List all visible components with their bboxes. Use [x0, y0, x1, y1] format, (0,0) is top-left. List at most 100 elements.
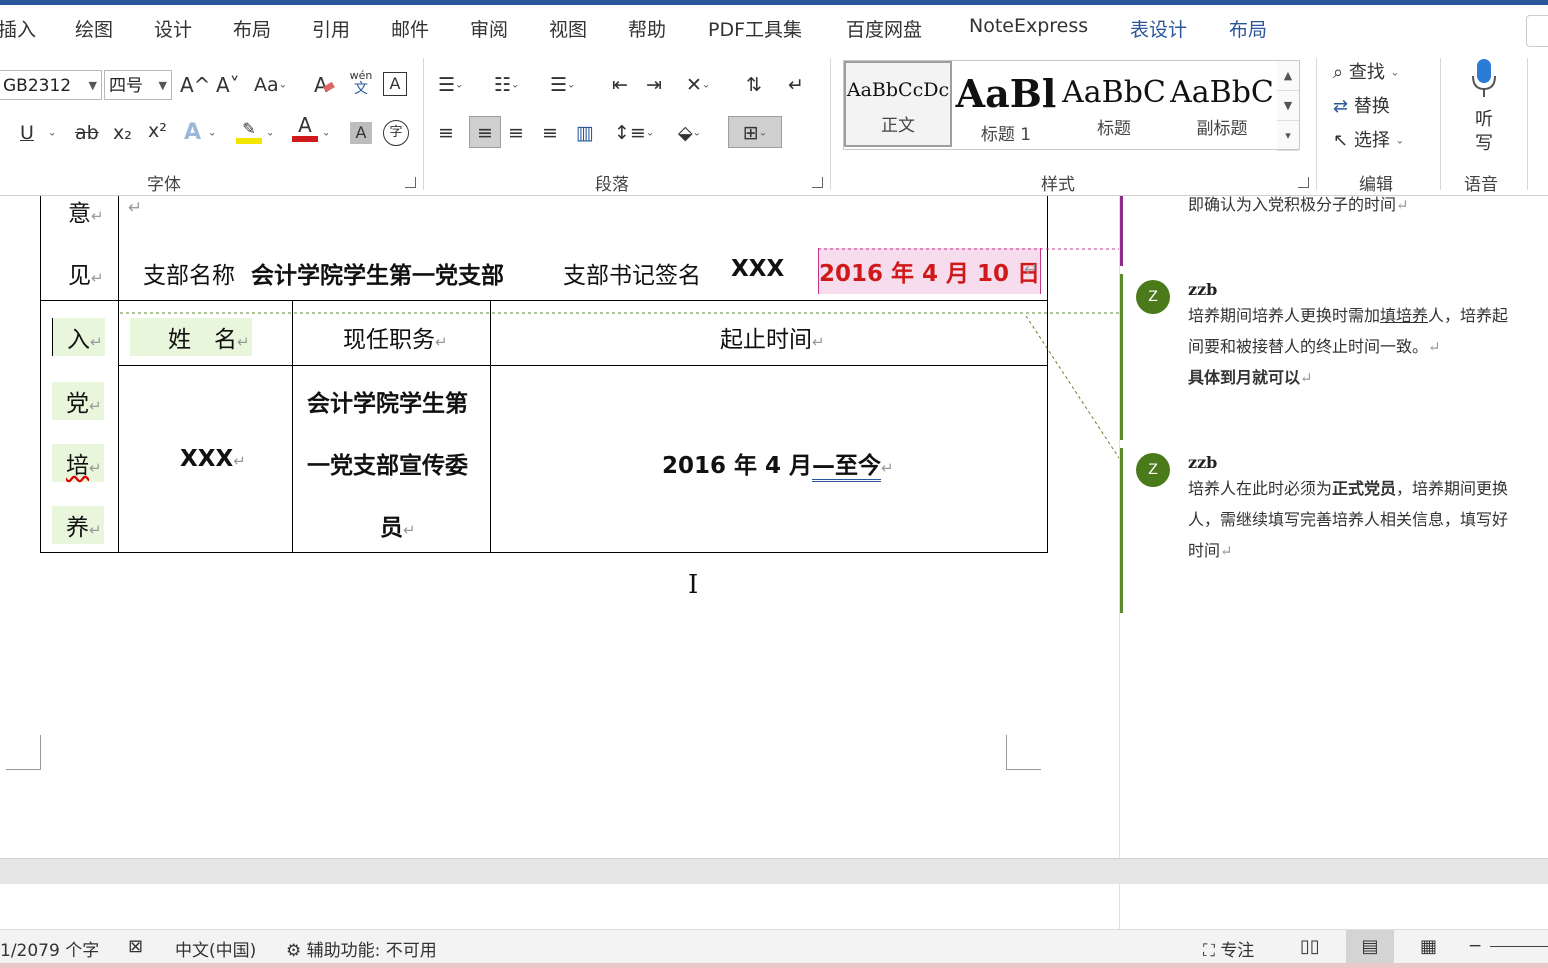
highlight-button[interactable]: ✎ — [236, 116, 262, 144]
comment-text: 具体到月就可以 — [1188, 368, 1301, 387]
align-left-icon[interactable]: ≡ — [438, 120, 454, 146]
bullets-icon[interactable]: ☰⌄ — [438, 72, 463, 99]
character-border-button[interactable]: A — [383, 72, 407, 96]
tab-table-design[interactable]: 表设计 — [1130, 15, 1187, 42]
select-label: 选择 — [1353, 130, 1390, 151]
increase-indent-icon[interactable]: ⇥ — [646, 72, 662, 98]
language-status[interactable]: 中文(中国) — [175, 936, 256, 961]
styles-dialog-launcher[interactable] — [1298, 177, 1309, 188]
chevron-up-icon[interactable]: ▲ — [1277, 61, 1299, 91]
search-icon: ⌕ — [1333, 62, 1344, 83]
dictate-button[interactable]: 听写 — [1472, 108, 1496, 156]
accessibility-icon: ⚙ — [286, 941, 302, 961]
superscript-button[interactable]: x² — [148, 118, 167, 144]
font-name-combo[interactable]: GB2312 ▼ — [0, 70, 102, 100]
underline-button[interactable]: U — [20, 120, 34, 146]
phonetic-guide-button[interactable]: wén 文 — [348, 70, 374, 97]
chevron-down-icon[interactable]: ⌄ — [266, 120, 274, 147]
zoom-out-icon[interactable]: − — [1468, 936, 1482, 956]
justify-icon[interactable]: ≡ — [542, 120, 558, 146]
enclose-characters-button[interactable]: 字 — [383, 120, 409, 146]
header-position: 现任职务↵ — [343, 320, 448, 354]
vertical-char: 养↵ — [52, 506, 104, 544]
more-styles-icon[interactable]: ▾ — [1277, 121, 1299, 151]
font-dialog-launcher[interactable] — [405, 177, 416, 188]
chevron-down-icon[interactable]: ⌄ — [208, 120, 216, 147]
text-effects-button[interactable]: A — [184, 120, 201, 146]
tab-insert[interactable]: 插入 — [0, 15, 36, 42]
style-subtitle[interactable]: AaBbC 副标题 — [1168, 61, 1276, 147]
grow-font-button[interactable]: A^ — [180, 72, 210, 98]
comment-text-bold: 正式党员 — [1332, 479, 1397, 498]
multilevel-list-icon[interactable]: ☰⌄ — [550, 72, 575, 99]
member-name-label: XXX — [180, 446, 234, 472]
tab-design[interactable]: 设计 — [154, 15, 192, 42]
cursor-icon: ↖ — [1333, 130, 1349, 151]
change-case-button[interactable]: Aa⌄ — [254, 72, 287, 99]
web-layout-icon[interactable]: ▦ — [1420, 936, 1437, 957]
shrink-font-button[interactable]: A˅ — [216, 72, 240, 98]
strikethrough-button[interactable]: ab — [75, 120, 99, 146]
document-canvas[interactable]: 意↵ ↵ 见↵ 支部名称 会计学院学生第一党支部 支部书记签名 XXX 2016… — [0, 196, 1119, 858]
sort-icon[interactable]: ⇅ — [746, 72, 762, 98]
styles-group-label: 样式 — [1041, 175, 1075, 195]
tab-view[interactable]: 视图 — [549, 15, 587, 42]
zoom-slider[interactable] — [1490, 946, 1548, 947]
tab-review[interactable]: 审阅 — [470, 15, 508, 42]
align-center-icon[interactable]: ≡ — [469, 116, 501, 148]
replace-label: 替换 — [1353, 96, 1390, 117]
tab-mailings[interactable]: 邮件 — [391, 15, 429, 42]
tab-pdf-tools[interactable]: PDF工具集 — [708, 15, 802, 42]
focus-icon: ⛶ — [1203, 941, 1215, 961]
chevron-down-icon[interactable]: ⌄ — [322, 120, 330, 147]
select-button[interactable]: ↖ 选择 ⌄ — [1333, 126, 1404, 152]
replace-button[interactable]: ⇄ 替换 — [1333, 92, 1390, 118]
focus-mode-button[interactable]: ⛶ 专注 — [1203, 936, 1254, 961]
asian-layout-icon[interactable]: ✕⌄ — [686, 72, 710, 99]
chevron-down-icon: ▼ — [158, 79, 167, 92]
microphone-icon[interactable] — [1470, 58, 1498, 98]
group-separator — [1440, 58, 1441, 190]
tab-help[interactable]: 帮助 — [628, 15, 666, 42]
character-shading-button[interactable]: A — [350, 122, 372, 144]
chevron-down-icon: ⌄ — [1395, 135, 1404, 147]
style-title[interactable]: AaBbC 标题 — [1060, 61, 1168, 147]
font-color-button[interactable]: A — [292, 114, 318, 142]
tab-baidu-netdisk[interactable]: 百度网盘 — [846, 15, 922, 42]
horizontal-scrollbar[interactable] — [0, 858, 1548, 885]
borders-icon[interactable]: ⊞⌄ — [728, 116, 782, 148]
align-right-icon[interactable]: ≡ — [508, 120, 524, 146]
style-normal[interactable]: AaBbCcDc 正文 — [844, 61, 952, 147]
distributed-icon[interactable]: ▥ — [576, 120, 594, 146]
comment-marker-bar — [1120, 196, 1123, 266]
clear-format-button[interactable]: A — [314, 72, 335, 98]
position-line: 会计学院学生第 — [307, 391, 468, 417]
decrease-indent-icon[interactable]: ⇤ — [612, 72, 628, 98]
tab-draw[interactable]: 绘图 — [75, 15, 113, 42]
paragraph-mark: ↵ — [1220, 542, 1233, 560]
subscript-button[interactable]: x₂ — [113, 120, 132, 146]
line-spacing-icon[interactable]: ↕≡⌄ — [614, 120, 654, 147]
styles-scroll[interactable]: ▲ ▼ ▾ — [1277, 60, 1300, 151]
style-heading-1[interactable]: AaBl 标题 1 — [952, 61, 1060, 147]
shading-icon[interactable]: ⬙⌄ — [678, 120, 701, 147]
style-sample: AaBbC — [1170, 75, 1274, 110]
tab-noteexpress[interactable]: NoteExpress — [969, 15, 1088, 37]
font-size-combo[interactable]: 四号 ▼ — [104, 70, 172, 100]
chevron-down-icon[interactable]: ▼ — [1277, 91, 1299, 121]
tab-table-layout[interactable]: 布局 — [1229, 15, 1267, 42]
numbering-icon[interactable]: ☷⌄ — [494, 72, 519, 99]
paragraph-dialog-launcher[interactable] — [812, 177, 823, 188]
tab-layout[interactable]: 布局 — [233, 15, 271, 42]
chevron-down-icon[interactable]: ⌄ — [48, 120, 56, 147]
proofing-icon[interactable]: ⊠ — [128, 936, 143, 957]
print-layout-icon[interactable]: ▤ — [1346, 930, 1394, 964]
word-count[interactable]: 1/2079 个字 — [0, 936, 99, 961]
show-marks-icon[interactable]: ↵ — [788, 72, 804, 98]
find-button[interactable]: ⌕ 查找 ⌄ — [1333, 58, 1399, 84]
read-mode-icon[interactable]: ▯▯ — [1300, 936, 1320, 957]
share-button[interactable] — [1526, 15, 1548, 47]
comment-line: 培养人在此时必须为正式党员，培养期间更换 — [1188, 475, 1508, 499]
tab-references[interactable]: 引用 — [312, 15, 350, 42]
accessibility-status[interactable]: ⚙ 辅助功能: 不可用 — [286, 936, 437, 961]
